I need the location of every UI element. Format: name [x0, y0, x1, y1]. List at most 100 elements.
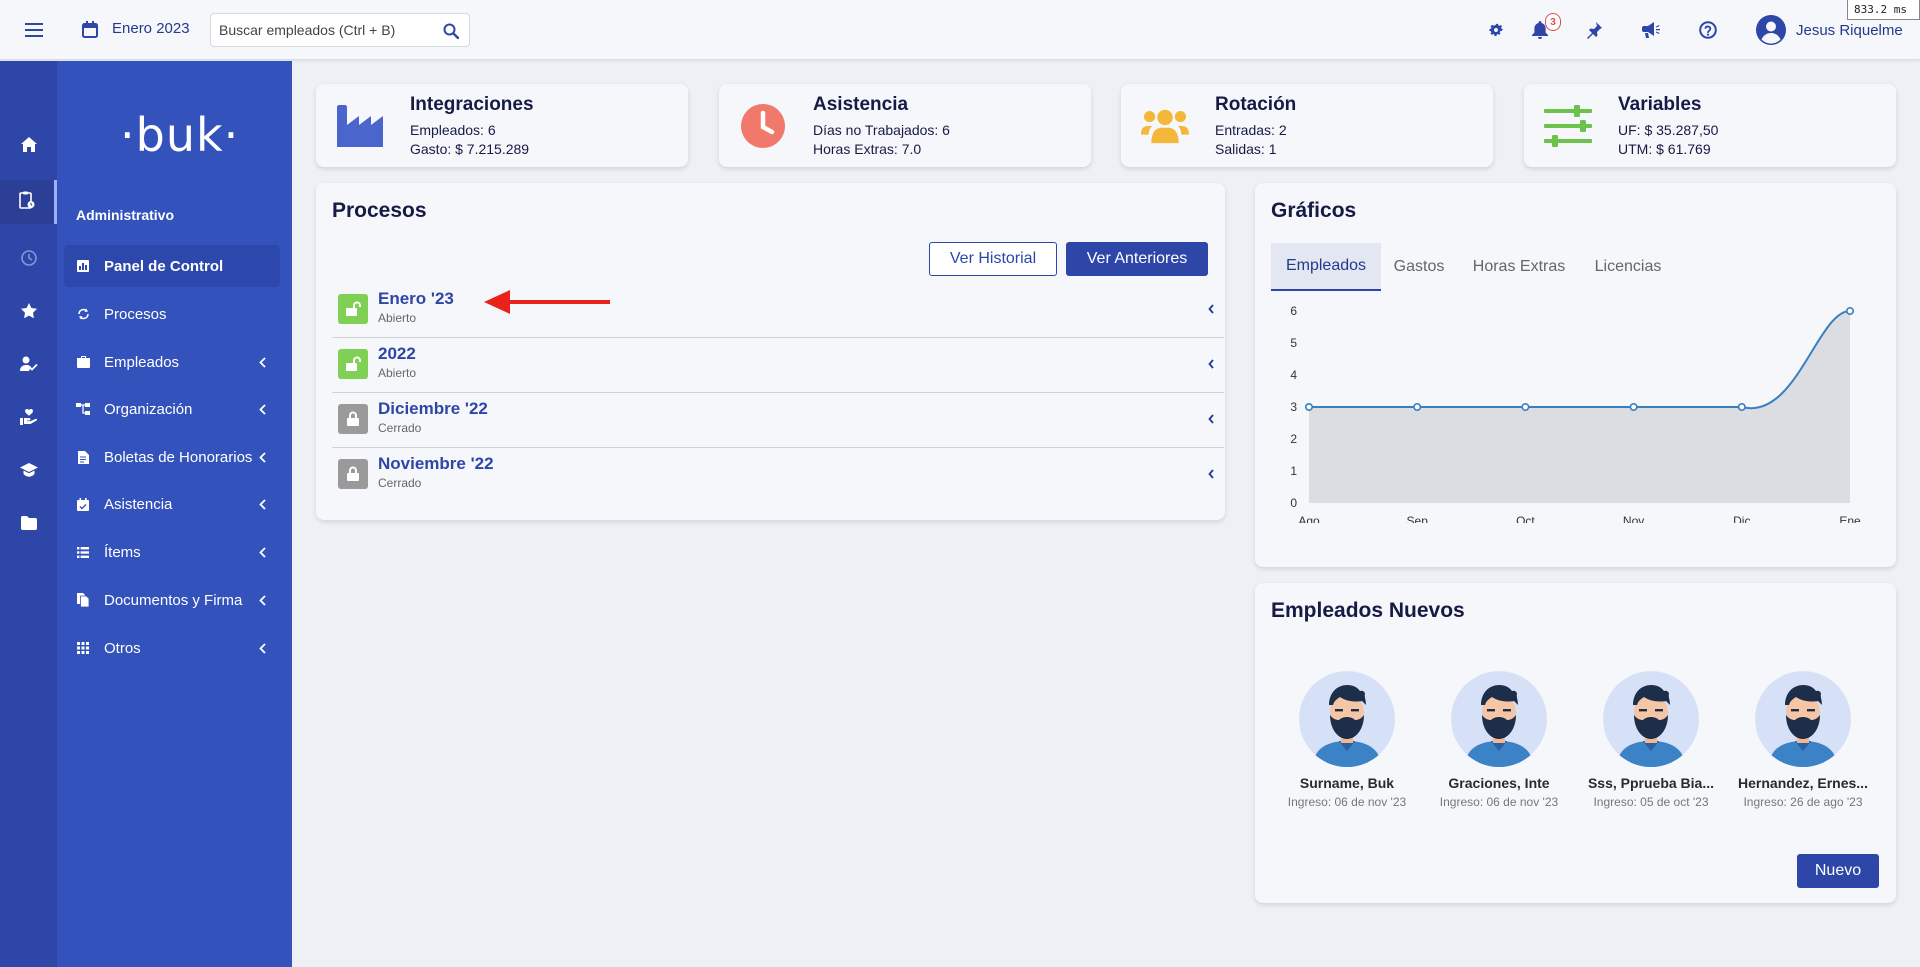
rail-clipboard[interactable] [0, 180, 57, 224]
lock-icon [338, 459, 368, 489]
rail-clock[interactable] [0, 238, 57, 282]
new-employee-card[interactable]: Sss, Pprueba Bia... Ingreso: 05 de oct '… [1576, 671, 1726, 809]
user-name[interactable]: Jesus Riquelme [1796, 22, 1903, 39]
employee-hire-date: Ingreso: 26 de ago '23 [1743, 795, 1863, 809]
proceso-name[interactable]: Enero '23 [378, 289, 454, 309]
stat-line: UTM: $ 61.769 [1618, 141, 1711, 157]
ver-historial-button[interactable]: Ver Historial [929, 242, 1057, 276]
documents-icon [76, 593, 90, 607]
search-icon[interactable] [441, 21, 461, 41]
rail-graduation[interactable] [0, 450, 57, 494]
new-employee-card[interactable]: Surname, Buk Ingreso: 06 de nov '23 [1272, 671, 1422, 809]
stat-line: Salidas: 1 [1215, 141, 1277, 157]
sliders-icon [1544, 104, 1592, 148]
x-tick-label: Ene [1839, 514, 1861, 523]
sidebar-item-items[interactable]: Ítems [64, 531, 280, 573]
procesos-list: Enero '23 Abierto 2022 Abierto Diciembre… [316, 283, 1225, 505]
x-tick-label: Oct [1516, 514, 1535, 523]
sidebar-item-panel-de-control[interactable]: Panel de Control [64, 245, 280, 287]
stat-card-asistencia[interactable]: Asistencia Días no Trabajados: 6 Horas E… [719, 84, 1091, 167]
sidebar-item-otros[interactable]: Otros [64, 627, 280, 669]
clipboard-icon [19, 191, 35, 214]
stat-line: Entradas: 2 [1215, 122, 1287, 138]
employee-name[interactable]: Graciones, Inte [1424, 775, 1574, 791]
sidebar-item-documentos[interactable]: Documentos y Firma [64, 579, 280, 621]
user-avatar-icon[interactable] [1756, 15, 1786, 45]
rail-folder[interactable] [0, 503, 57, 547]
tab-horas-extras[interactable]: Horas Extras [1457, 243, 1581, 291]
employee-name[interactable]: Surname, Buk [1272, 775, 1422, 791]
performance-readout: 833.2 ms [1847, 0, 1920, 20]
proceso-status: Cerrado [378, 476, 422, 490]
sidebar-item-label: Boletas de Honorarios [104, 448, 253, 466]
proceso-name[interactable]: Diciembre '22 [378, 399, 488, 419]
sidebar-item-boletas[interactable]: Boletas de Honorarios [64, 436, 280, 478]
sidebar-item-organizacion[interactable]: Organización [64, 388, 280, 430]
chevron-left-icon[interactable] [1206, 412, 1216, 426]
y-tick-label: 4 [1290, 368, 1297, 382]
empleados-nuevos-title: Empleados Nuevos [1271, 599, 1465, 622]
procesos-title: Procesos [332, 199, 427, 222]
empleados-area-chart: Ago Sep Oct Nov Dic Ene 0 1 2 3 4 5 6 [1290, 304, 1861, 523]
proceso-row-noviembre-22[interactable]: Noviembre '22 Cerrado [332, 448, 1224, 503]
employee-hire-date: Ingreso: 06 de nov '23 [1287, 795, 1407, 809]
proceso-status: Abierto [378, 311, 417, 325]
hamburger-menu-icon[interactable] [22, 18, 46, 42]
grid-icon [76, 641, 90, 655]
stat-title: Variables [1618, 94, 1702, 115]
annotation-arrow-icon [484, 290, 610, 314]
proceso-name[interactable]: Noviembre '22 [378, 454, 494, 474]
chevron-left-icon[interactable] [1206, 467, 1216, 481]
rail-hand-heart[interactable] [0, 397, 57, 441]
buk-logo[interactable]: ·buk· [120, 108, 239, 162]
search-input[interactable] [219, 20, 429, 40]
gear-icon[interactable] [1484, 18, 1508, 42]
dashboard-icon [76, 259, 90, 273]
sidebar-item-asistencia[interactable]: Asistencia [64, 483, 280, 525]
factory-icon [336, 104, 384, 148]
calendar-check-icon [76, 497, 90, 511]
rail-user-check[interactable] [0, 344, 57, 388]
chevron-left-icon[interactable] [1206, 357, 1216, 371]
period-selector[interactable]: Enero 2023 [112, 20, 190, 37]
tab-empleados[interactable]: Empleados [1271, 243, 1381, 291]
employee-name[interactable]: Sss, Pprueba Bia... [1576, 775, 1726, 791]
tab-gastos[interactable]: Gastos [1381, 243, 1457, 291]
employee-avatar-icon [1603, 671, 1699, 767]
sidebar-item-empleados[interactable]: Empleados [64, 341, 280, 383]
rail-home[interactable] [0, 125, 57, 169]
proceso-row-enero-23[interactable]: Enero '23 Abierto [332, 283, 1224, 338]
home-icon [20, 137, 37, 157]
chevron-left-icon [256, 641, 268, 655]
help-icon[interactable] [1696, 18, 1720, 42]
new-employee-card[interactable]: Hernandez, Ernes... Ingreso: 26 de ago '… [1728, 671, 1878, 809]
x-tick-label: Ago [1298, 514, 1320, 523]
calendar-icon[interactable] [80, 19, 100, 39]
stat-card-variables[interactable]: Variables UF: $ 35.287,50 UTM: $ 61.769 [1524, 84, 1896, 167]
refresh-icon [76, 307, 90, 321]
megaphone-icon[interactable] [1639, 18, 1663, 42]
sidebar-item-procesos[interactable]: Procesos [64, 293, 280, 335]
tab-licencias[interactable]: Licencias [1581, 243, 1675, 291]
rail-star[interactable] [0, 291, 57, 335]
pin-icon[interactable] [1582, 18, 1606, 42]
y-tick-label: 0 [1290, 496, 1297, 510]
ver-anteriores-button[interactable]: Ver Anteriores [1066, 242, 1208, 276]
briefcase-icon [76, 355, 90, 369]
employee-search [210, 13, 470, 47]
clock-icon [20, 249, 37, 271]
chevron-left-icon[interactable] [1206, 302, 1216, 316]
sitemap-icon [76, 402, 90, 416]
stat-card-integraciones[interactable]: Integraciones Empleados: 6 Gasto: $ 7.21… [316, 84, 688, 167]
proceso-row-diciembre-22[interactable]: Diciembre '22 Cerrado [332, 393, 1224, 448]
chart-point [1845, 306, 1854, 315]
file-invoice-icon [76, 450, 90, 464]
employee-name[interactable]: Hernandez, Ernes... [1728, 775, 1878, 791]
users-icon [1141, 104, 1189, 148]
proceso-row-2022[interactable]: 2022 Abierto [332, 338, 1224, 393]
new-employee-card[interactable]: Graciones, Inte Ingreso: 06 de nov '23 [1424, 671, 1574, 809]
proceso-name[interactable]: 2022 [378, 344, 416, 364]
employee-avatar-icon [1451, 671, 1547, 767]
stat-card-rotacion[interactable]: Rotación Entradas: 2 Salidas: 1 [1121, 84, 1493, 167]
nuevo-button[interactable]: Nuevo [1797, 854, 1879, 888]
